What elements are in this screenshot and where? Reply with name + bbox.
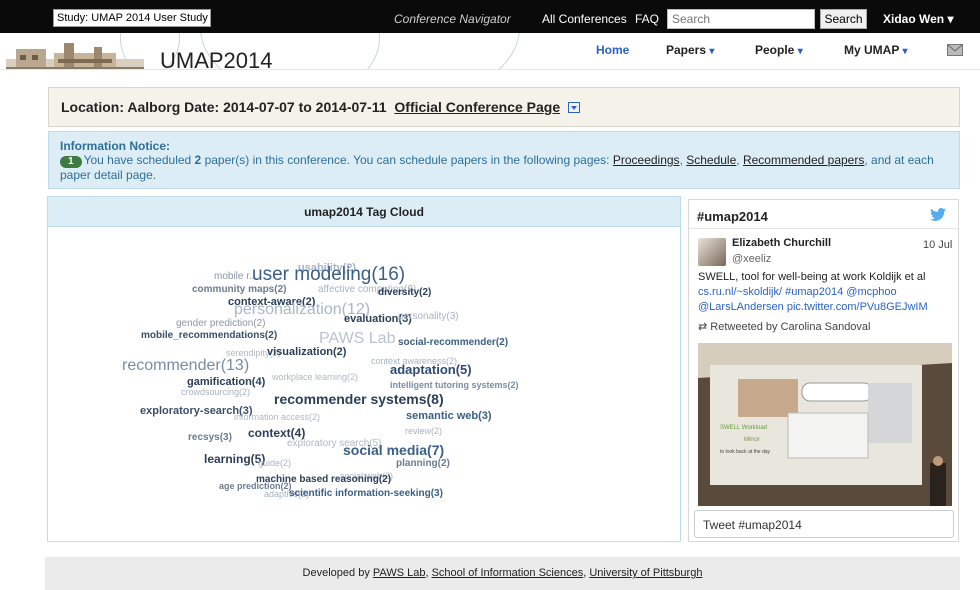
site-header: UMAP2014 Home Papers ▾ People ▾ My UMAP … [0, 33, 980, 70]
tweet-author-avatar[interactable] [698, 238, 726, 266]
tag-cloud-title: umap2014 Tag Cloud [48, 197, 680, 227]
tweet-hashtag-button[interactable]: Tweet #umap2014 [694, 510, 954, 538]
tag-item[interactable]: recommender systems(8) [274, 392, 444, 406]
scheduled-count-badge: 1 [60, 156, 82, 168]
university-of-pittsburgh-link[interactable]: University of Pittsburgh [589, 567, 702, 579]
notice-separator: , [736, 153, 743, 167]
svg-text:SWELL Workload: SWELL Workload [720, 425, 767, 431]
notice-title: Information Notice: [60, 139, 170, 153]
nav-papers[interactable]: Papers ▾ [666, 43, 714, 57]
notice-text: You have scheduled [83, 153, 195, 167]
chevron-down-icon: ▾ [797, 46, 803, 57]
tag-item[interactable]: mobile r... [214, 272, 257, 282]
tag-item[interactable]: scientific information-seeking(3) [289, 489, 443, 499]
recommended-papers-link[interactable]: Recommended papers [743, 153, 864, 167]
study-select[interactable]: Study: UMAP 2014 User Study [53, 9, 211, 27]
tweet-link[interactable]: @LarsLAndersen pic.twitter.com/PVu8GEJwI… [698, 300, 954, 315]
tag-item[interactable]: personality(3) [398, 312, 459, 322]
user-menu[interactable]: Xidao Wen ▾ [883, 12, 953, 26]
mail-icon[interactable] [947, 44, 963, 56]
tag-item[interactable]: social-recommender(2) [398, 338, 508, 348]
location-label: Location: [61, 99, 124, 115]
svg-text:Mirror: Mirror [744, 437, 760, 443]
tag-item[interactable]: community maps(2) [192, 285, 286, 295]
location-bar: Location: Aalborg Date: 2014-07-07 to 20… [48, 87, 960, 127]
tag-item[interactable]: review(2) [405, 427, 442, 436]
aalborg-building-logo [6, 43, 144, 69]
retweet-icon: ⇄ [698, 321, 708, 333]
date-label: Date: [184, 99, 220, 115]
official-conference-page-link[interactable]: Official Conference Page [394, 99, 560, 115]
nav-my-umap-label: My UMAP [844, 43, 900, 57]
tag-item[interactable]: learning(5) [204, 453, 265, 465]
all-conferences-link[interactable]: All Conferences [542, 12, 627, 26]
search-button[interactable]: Search [820, 9, 867, 29]
tag-item[interactable]: workplace learning(2) [272, 373, 358, 382]
tag-item[interactable]: gender prediction(2) [176, 319, 266, 329]
page-footer: Developed by PAWS Lab, School of Informa… [45, 557, 960, 590]
school-of-information-sciences-link[interactable]: School of Information Sciences [432, 567, 584, 579]
tag-item[interactable]: information access(2) [234, 413, 320, 422]
location-value: Aalborg [127, 99, 181, 115]
tag-item[interactable]: user modeling(16) [252, 265, 405, 284]
tag-item[interactable]: planning(2) [396, 459, 450, 469]
footer-prefix: Developed by [302, 567, 373, 579]
tweet-author-handle[interactable]: @xeeliz [732, 253, 771, 265]
tweet-photo-image: SWELL Workload Mirror to look back at th… [698, 343, 952, 506]
nav-papers-label: Papers [666, 43, 707, 57]
twitter-widget: #umap2014 Elizabeth Churchill @xeeliz 10… [688, 199, 959, 542]
nav-home[interactable]: Home [596, 43, 629, 57]
conference-navigator-label[interactable]: Conference Navigator [394, 12, 511, 26]
tag-item[interactable]: crowdsourcing(2) [181, 388, 250, 397]
nav-people[interactable]: People ▾ [755, 43, 803, 57]
tag-item[interactable]: PAWS Lab [319, 331, 395, 347]
tag-item[interactable]: semantic web(3) [406, 411, 492, 422]
notice-text: paper(s) in this conference. You can sch… [201, 153, 613, 167]
retweet-info: ⇄ Retweeted by Carolina Sandoval [698, 320, 871, 333]
svg-text:to look back at the day: to look back at the day [720, 449, 771, 455]
chevron-down-icon: ▾ [709, 46, 715, 57]
tweet-text: SWELL, tool for well-being at work Koldi… [698, 270, 954, 315]
tag-cloud-panel: umap2014 Tag Cloud usability(2) mobile r… [47, 196, 681, 542]
tag-item[interactable]: guide(2) [258, 459, 291, 468]
schedule-link[interactable]: Schedule [686, 153, 736, 167]
tweet-author-name[interactable]: Elizabeth Churchill [732, 237, 831, 249]
top-navbar: Study: UMAP 2014 User Study Conference N… [0, 0, 980, 33]
nav-my-umap[interactable]: My UMAP ▾ [844, 43, 908, 57]
tag-item[interactable]: mobile_recommendations(2) [141, 331, 277, 341]
notice-body: 1 You have scheduled 2 paper(s) in this c… [60, 153, 948, 182]
dropdown-toggle-icon[interactable] [568, 102, 581, 113]
information-notice: Information Notice: 1 You have scheduled … [48, 131, 960, 189]
tag-cloud: usability(2) mobile r... user modeling(1… [48, 227, 680, 539]
tweet-text-line: SWELL, tool for well-being at work Koldi… [698, 271, 926, 283]
tweet-date[interactable]: 10 Jul [923, 239, 952, 251]
faq-link[interactable]: FAQ [635, 12, 659, 26]
nav-people-label: People [755, 43, 795, 57]
tag-item[interactable]: social media(7) [343, 443, 444, 457]
proceedings-link[interactable]: Proceedings [613, 153, 680, 167]
site-title: UMAP2014 [160, 48, 273, 70]
tag-item[interactable]: adaptation(5) [390, 363, 472, 376]
tag-item[interactable]: recommender(13) [122, 358, 249, 374]
search-input[interactable] [667, 9, 815, 29]
retweet-label: Retweeted by Carolina Sandoval [710, 321, 871, 333]
tag-item[interactable]: diversity(2) [378, 288, 431, 298]
twitter-bird-icon[interactable] [930, 208, 946, 221]
paws-lab-link[interactable]: PAWS Lab [373, 567, 426, 579]
date-value: 2014-07-07 to 2014-07-11 [223, 99, 387, 115]
chevron-down-icon: ▾ [902, 46, 908, 57]
tag-item[interactable]: visualization(2) [267, 347, 346, 358]
twitter-hashtag-title[interactable]: #umap2014 [689, 200, 958, 229]
tag-item[interactable]: intelligent tutoring systems(2) [390, 381, 519, 390]
tag-item[interactable]: recsys(3) [188, 433, 232, 443]
tweet-photo[interactable]: SWELL Workload Mirror to look back at th… [698, 343, 952, 506]
tweet-link[interactable]: cs.ru.nl/~skoldijk/ #umap2014 @mcphoo [698, 285, 954, 300]
